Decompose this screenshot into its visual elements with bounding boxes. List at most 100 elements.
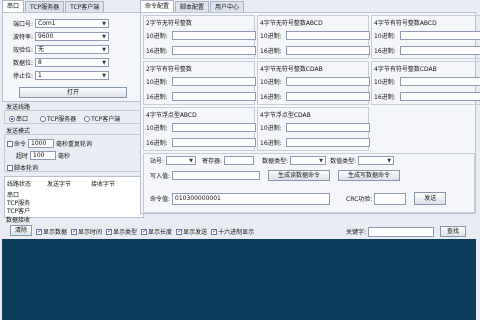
datavalue-select[interactable]: ▼ bbox=[358, 156, 395, 165]
stopbits-label: 停止位: bbox=[12, 73, 33, 80]
write-label: 写入值: bbox=[150, 173, 171, 180]
write-value-input[interactable] bbox=[172, 171, 261, 180]
receive-section-label: 数据接收 bbox=[6, 217, 31, 224]
crc-label: CRC功验: bbox=[346, 196, 373, 203]
conversion-title: 4字节有符号整数CDAB bbox=[374, 66, 437, 73]
conversion-box: 4字节浮点型CDAB 10进制: 16进制: bbox=[257, 107, 370, 151]
show-send-label: 显示发送 bbox=[183, 229, 208, 236]
open-port-button[interactable]: 打开 bbox=[19, 87, 127, 98]
script-poll-label: 脚本轮询 bbox=[14, 165, 39, 172]
tab-script-config[interactable]: 脚本配置 bbox=[175, 1, 210, 12]
dec-label: 10进制: bbox=[146, 33, 168, 40]
register-input[interactable] bbox=[224, 156, 255, 165]
radio-tcp-client[interactable] bbox=[84, 115, 91, 122]
radio-serial-label: 串口 bbox=[16, 116, 29, 123]
tab-tcp-client[interactable]: TCP客户端 bbox=[65, 1, 105, 12]
hex-input[interactable] bbox=[400, 46, 480, 55]
keyword-label: 关键字: bbox=[346, 229, 367, 236]
hex-display-checkbox[interactable] bbox=[211, 228, 217, 235]
dec-label: 10进制: bbox=[260, 33, 282, 40]
dec-input[interactable] bbox=[286, 77, 370, 86]
chevron-down-icon: ▼ bbox=[387, 158, 392, 164]
stopbits-select[interactable]: 1 ▼ bbox=[35, 71, 109, 80]
hex-input[interactable] bbox=[172, 138, 256, 147]
dec-input[interactable] bbox=[172, 77, 256, 86]
script-poll-checkbox[interactable] bbox=[7, 164, 13, 171]
command-config-panel: 2字节无符号整数 10进制: 16进制: 4字节无符号整数ABCD 10进制: … bbox=[140, 12, 480, 214]
dec-input[interactable] bbox=[400, 77, 480, 86]
show-data-label: 显示数据 bbox=[43, 229, 68, 236]
tab-serial[interactable]: 串口 bbox=[2, 0, 25, 12]
hex-input[interactable] bbox=[286, 92, 370, 101]
show-length-checkbox[interactable] bbox=[141, 228, 147, 235]
send-line-group: 串口 TCP服务器 TCP客户端 bbox=[4, 110, 144, 124]
hex-input[interactable] bbox=[286, 46, 370, 55]
send-mode-group: 命令 1000 毫秒重复轮询 超时 100 毫秒 脚本轮询 bbox=[4, 134, 144, 172]
port-value: Com1 bbox=[38, 20, 56, 27]
hex-label: 16进制: bbox=[374, 48, 396, 55]
serial-settings-panel: 端口号: Com1 ▼ 波特率: 9600 ▼ 效验位: 无 ▼ 数据位: 8 … bbox=[2, 12, 144, 102]
cmd-label: 命令值: bbox=[150, 196, 171, 203]
receive-terminal[interactable] bbox=[2, 239, 476, 320]
databits-value: 8 bbox=[38, 59, 42, 66]
receive-toolbar: 清除 显示数据 显示时间 显示类型 显示长度 显示发送 十六进制显示 关键字: … bbox=[2, 224, 476, 238]
show-type-checkbox[interactable] bbox=[106, 228, 112, 235]
conversion-box: 4字节无符号整数CDAB 10进制: 16进制: bbox=[257, 61, 370, 105]
conversion-box: 4字节浮点型ABCD 10进制: 16进制: bbox=[143, 107, 256, 151]
station-select[interactable]: ▼ bbox=[166, 156, 197, 165]
dec-input[interactable] bbox=[172, 31, 256, 40]
command-checkbox[interactable] bbox=[7, 140, 13, 147]
baud-value: 9600 bbox=[38, 33, 54, 40]
command-label: 命令 bbox=[14, 141, 27, 148]
dec-input[interactable] bbox=[286, 123, 370, 132]
hex-input[interactable] bbox=[172, 46, 256, 55]
table-row[interactable]: TCP客户 bbox=[7, 206, 30, 215]
dec-label: 10进制: bbox=[260, 125, 282, 132]
show-length-label: 显示长度 bbox=[148, 229, 173, 236]
hex-input[interactable] bbox=[286, 138, 370, 147]
cmd-value: 010300000001 bbox=[175, 194, 221, 202]
hex-input[interactable] bbox=[172, 92, 256, 101]
port-select[interactable]: Com1 ▼ bbox=[35, 19, 109, 28]
tab-command-config[interactable]: 命令配置 bbox=[140, 0, 175, 12]
dec-input[interactable] bbox=[172, 123, 256, 132]
keyword-input[interactable] bbox=[368, 226, 435, 237]
baud-select[interactable]: 9600 ▼ bbox=[35, 32, 109, 41]
search-button[interactable]: 查找 bbox=[440, 226, 467, 237]
radio-tcp-server[interactable] bbox=[40, 115, 47, 122]
tab-user-center[interactable]: 用户中心 bbox=[210, 1, 245, 12]
header-line-status: 线路状态 bbox=[7, 181, 32, 188]
databits-select[interactable]: 8 ▼ bbox=[35, 58, 109, 67]
hex-label: 16进制: bbox=[260, 140, 282, 147]
crc-input[interactable] bbox=[374, 192, 407, 205]
show-data-checkbox[interactable] bbox=[36, 228, 42, 235]
clear-button[interactable]: 清除 bbox=[10, 225, 32, 236]
conversion-title: 2字节有符号整数 bbox=[146, 66, 192, 73]
timeout-input[interactable]: 100 bbox=[30, 151, 57, 160]
conversion-title: 4字节无符号整数CDAB bbox=[260, 66, 323, 73]
chevron-down-icon: ▼ bbox=[102, 73, 106, 79]
radio-serial[interactable] bbox=[9, 115, 15, 122]
radio-tcp-server-label: TCP服务器 bbox=[47, 116, 77, 123]
conversion-box: 4字节无符号整数ABCD 10进制: 16进制: bbox=[257, 15, 370, 59]
hex-input[interactable] bbox=[400, 92, 480, 101]
dec-input[interactable] bbox=[286, 31, 370, 40]
hex-label: 16进制: bbox=[146, 48, 168, 55]
generate-read-button[interactable]: 生成读数据命令 bbox=[268, 170, 331, 181]
command-interval-input[interactable]: 1000 bbox=[28, 139, 55, 148]
generate-write-button[interactable]: 生成写数据命令 bbox=[338, 170, 401, 181]
show-send-checkbox[interactable] bbox=[176, 228, 182, 235]
chevron-down-icon: ▼ bbox=[319, 158, 324, 164]
datatype-select[interactable]: ▼ bbox=[290, 156, 327, 165]
send-button[interactable]: 发送 bbox=[414, 192, 447, 205]
parity-select[interactable]: 无 ▼ bbox=[35, 45, 109, 54]
chevron-down-icon: ▼ bbox=[189, 158, 193, 164]
tab-tcp-server[interactable]: TCP服务器 bbox=[25, 1, 65, 12]
stopbits-value: 1 bbox=[38, 72, 42, 79]
cmd-value-input[interactable]: 010300000001 bbox=[172, 192, 331, 205]
dec-input[interactable] bbox=[400, 31, 480, 40]
timeout-label: 超时 bbox=[16, 153, 29, 160]
show-time-checkbox[interactable] bbox=[71, 228, 77, 235]
show-time-label: 显示时间 bbox=[78, 229, 103, 236]
left-tabbar: 串口 TCP服务器 TCP客户端 bbox=[2, 0, 144, 12]
